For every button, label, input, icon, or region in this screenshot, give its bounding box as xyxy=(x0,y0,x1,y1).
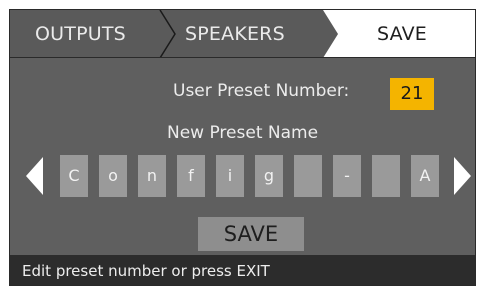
name-char-7[interactable] xyxy=(294,155,322,197)
status-bar: Edit preset number or press EXIT xyxy=(10,255,475,285)
name-char-6[interactable]: g xyxy=(255,155,283,197)
name-char-3[interactable]: n xyxy=(138,155,166,197)
preset-number-field[interactable]: 21 xyxy=(390,78,434,110)
tab-bar: OUTPUTS SPEAKERS SAVE xyxy=(10,10,475,58)
save-button[interactable]: SAVE xyxy=(198,217,304,251)
name-char-2[interactable]: o xyxy=(99,155,127,197)
chevron-left-icon[interactable] xyxy=(26,157,44,195)
name-char-5[interactable]: i xyxy=(216,155,244,197)
tab-save[interactable]: SAVE xyxy=(377,10,427,58)
name-char-8[interactable]: - xyxy=(333,155,361,197)
chevron-right-icon[interactable] xyxy=(454,157,472,195)
name-char-4[interactable]: f xyxy=(177,155,205,197)
preset-name-label: New Preset Name xyxy=(167,123,319,143)
name-char-9[interactable] xyxy=(372,155,400,197)
name-char-10[interactable]: A xyxy=(411,155,439,197)
preset-number-label: User Preset Number: xyxy=(173,81,350,101)
tab-outputs[interactable]: OUTPUTS xyxy=(35,10,126,58)
device-screen: OUTPUTS SPEAKERS SAVE User Preset Number… xyxy=(9,9,476,286)
name-char-1[interactable]: C xyxy=(60,155,88,197)
preset-name-editor: C o n f i g - A xyxy=(60,155,440,197)
tab-speakers[interactable]: SPEAKERS xyxy=(185,10,285,58)
